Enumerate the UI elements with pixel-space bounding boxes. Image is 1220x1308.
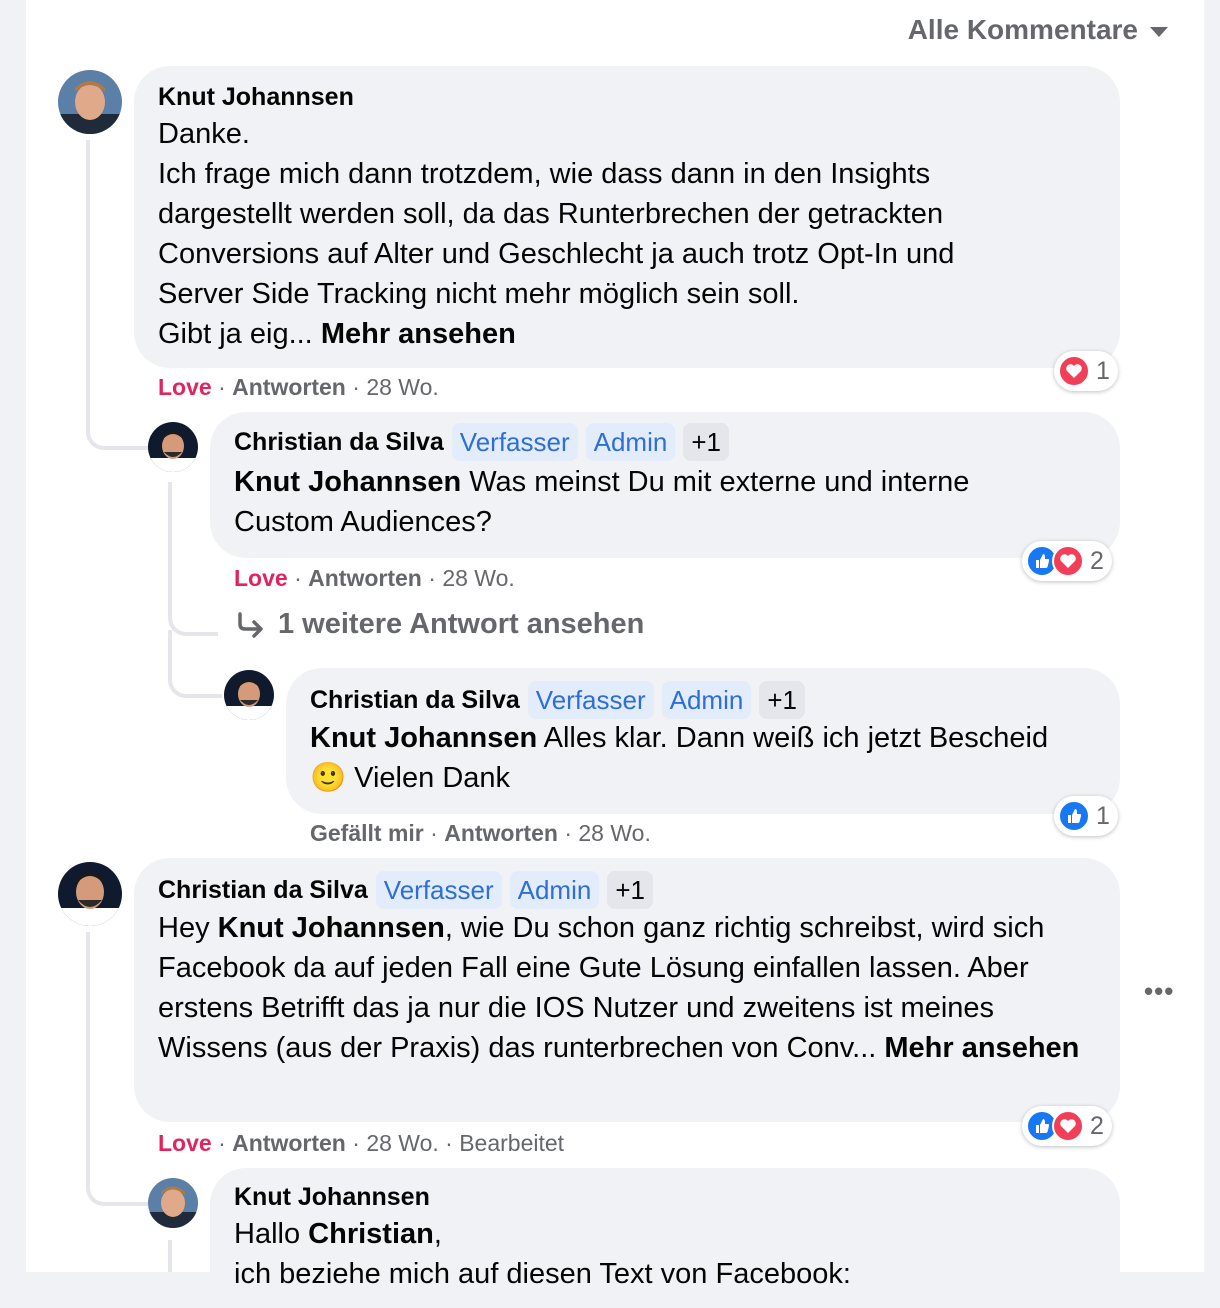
comment-line: erstens Betrifft das ja nur die IOS Nutz… (158, 992, 995, 1024)
avatar[interactable] (224, 670, 274, 720)
reaction-button[interactable]: Love (158, 1130, 212, 1156)
reaction-count: 2 (1090, 1111, 1104, 1140)
author-badge: Verfasser (375, 871, 502, 909)
timestamp[interactable]: 28 Wo. (578, 820, 650, 846)
comment-author[interactable]: Christian da Silva (234, 428, 444, 457)
reaction-summary[interactable]: 2 (1022, 1106, 1112, 1146)
comment-bubble: Knut Johannsen Hallo Christian, ich bezi… (210, 1168, 1120, 1308)
reply-arrow-icon (238, 611, 263, 638)
reaction-summary[interactable]: 1 (1054, 351, 1118, 391)
comment-bubble: Christian da Silva Verfasser Admin +1 Kn… (286, 668, 1120, 814)
heart-icon (1052, 1110, 1084, 1142)
thread-line (168, 1240, 172, 1272)
comment-line: Conversions auf Alter und Geschlecht ja … (158, 238, 955, 270)
reaction-count: 1 (1096, 356, 1110, 385)
comment-text: Hallo Christian, ich beziehe mich auf di… (234, 1214, 1096, 1294)
sort-label: Alle Kommentare (907, 14, 1138, 45)
comment-meta: Love · Antworten · 28 Wo. (158, 374, 439, 400)
like-icon (1058, 800, 1090, 832)
comment-line: Alles klar. Dann weiß ich jetzt Bescheid (537, 722, 1049, 754)
reaction-count: 1 (1096, 801, 1110, 830)
comment-meta: Gefällt mir · Antworten · 28 Wo. (310, 820, 651, 846)
comment-line: Custom Audiences? (234, 506, 492, 538)
comment-line: , wie Du schon ganz richtig schreibst, w… (444, 912, 1045, 944)
comment-author[interactable]: Christian da Silva (310, 686, 520, 715)
avatar[interactable] (58, 862, 122, 926)
comment-author[interactable]: Knut Johannsen (158, 83, 354, 112)
comment-line: ich beziehe mich auf diesen Text von Fac… (234, 1258, 851, 1290)
comment-bubble: Christian da Silva Verfasser Admin +1 Kn… (210, 412, 1120, 558)
view-more-replies-label: 1 weitere Antwort ansehen (278, 608, 645, 640)
heart-icon (1052, 545, 1084, 577)
comment-text: Danke. Ich frage mich dann trotzdem, wie… (158, 114, 1096, 354)
comment-line: dargestellt werden soll, da das Runterbr… (158, 198, 944, 230)
mention-link[interactable]: Christian (308, 1218, 434, 1250)
reaction-button[interactable]: Love (234, 565, 288, 591)
comment-meta: Love · Antworten · 28 Wo. (234, 565, 515, 591)
comment-text: Hey Knut Johannsen, wie Du schon ganz ri… (158, 908, 1096, 1068)
comment-line: Vielen Dank (346, 762, 511, 794)
comment-line: Server Side Tracking nicht mehr möglich … (158, 278, 800, 310)
heart-icon (1058, 355, 1090, 387)
reply-button[interactable]: Antworten (308, 565, 422, 591)
reply-button[interactable]: Antworten (232, 374, 346, 400)
comment-line: Gibt ja eig... (158, 318, 321, 350)
timestamp[interactable]: 28 Wo. (366, 374, 438, 400)
comment-line: , (433, 1218, 442, 1250)
smile-emoji-icon: 🙂 (310, 762, 347, 794)
comment-line: Hallo (234, 1218, 309, 1250)
avatar[interactable] (58, 70, 122, 134)
reaction-summary[interactable]: 1 (1054, 796, 1118, 836)
comment-line: Facebook da auf jeden Fall eine Gute Lös… (158, 952, 1029, 984)
more-badges[interactable]: +1 (683, 423, 729, 461)
view-more-replies[interactable]: 1 weitere Antwort ansehen (236, 608, 644, 641)
reaction-button[interactable]: Love (158, 374, 212, 400)
admin-badge: Admin (661, 681, 752, 719)
comment-line: Danke. (158, 118, 250, 150)
reply-button[interactable]: Antworten (444, 820, 558, 846)
timestamp[interactable]: 28 Wo. (442, 565, 514, 591)
comment-sort-dropdown[interactable]: Alle Kommentare (908, 14, 1168, 46)
comment-bubble: Christian da Silva Verfasser Admin +1 He… (134, 858, 1120, 1122)
see-more-link[interactable]: Mehr ansehen (884, 1032, 1079, 1064)
mention-link[interactable]: Knut Johannsen (234, 466, 461, 498)
comment-line: Was meinst Du mit externe und interne (461, 466, 970, 498)
comment-bubble: Knut Johannsen Danke. Ich frage mich dan… (134, 66, 1120, 368)
comment-line: Ich frage mich dann trotzdem, wie dass d… (158, 158, 931, 190)
comment-text: Knut Johannsen Alles klar. Dann weiß ich… (310, 718, 1096, 798)
mention-link[interactable]: Knut Johannsen (218, 912, 445, 944)
chevron-down-icon (1150, 27, 1168, 37)
reaction-summary[interactable]: 2 (1022, 541, 1112, 581)
thread-line (168, 630, 222, 698)
avatar[interactable] (148, 422, 198, 472)
see-more-link[interactable]: Mehr ansehen (321, 318, 516, 350)
reaction-count: 2 (1090, 546, 1104, 575)
comment-meta: Love · Antworten · 28 Wo. · Bearbeitet (158, 1130, 565, 1156)
comment-author[interactable]: Knut Johannsen (234, 1183, 430, 1212)
like-button[interactable]: Gefällt mir (310, 820, 424, 846)
more-options-icon[interactable]: ••• (1144, 976, 1174, 1007)
admin-badge: Admin (585, 423, 676, 461)
more-badges[interactable]: +1 (607, 871, 653, 909)
timestamp[interactable]: 28 Wo. (366, 1130, 438, 1156)
admin-badge: Admin (509, 871, 600, 909)
comment-text: Knut Johannsen Was meinst Du mit externe… (234, 462, 1096, 542)
comment-author[interactable]: Christian da Silva (158, 876, 368, 905)
reply-button[interactable]: Antworten (232, 1130, 346, 1156)
avatar[interactable] (148, 1178, 198, 1228)
more-badges[interactable]: +1 (759, 681, 805, 719)
comment-line: Hey (158, 912, 218, 944)
comment-line: Wissens (aus der Praxis) das runterbrech… (158, 1032, 885, 1064)
author-badge: Verfasser (451, 423, 578, 461)
author-badge: Verfasser (527, 681, 654, 719)
mention-link[interactable]: Knut Johannsen (310, 722, 537, 754)
edited-label[interactable]: Bearbeitet (459, 1130, 564, 1156)
